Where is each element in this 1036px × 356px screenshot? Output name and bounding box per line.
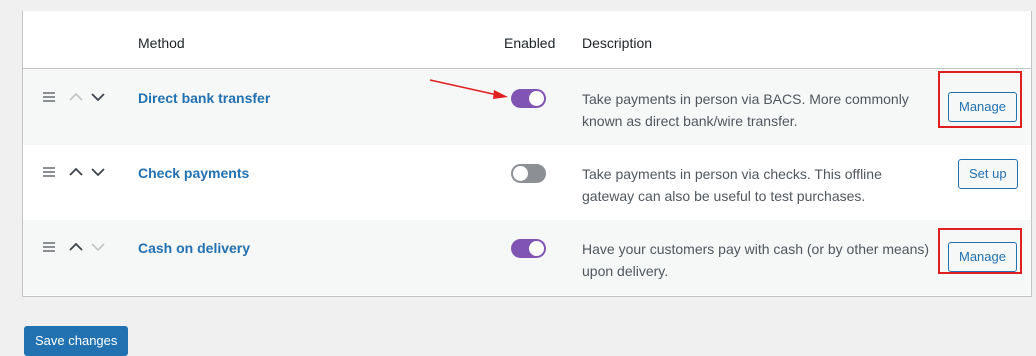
setup-button[interactable]: Set up bbox=[958, 159, 1018, 189]
move-up-icon[interactable] bbox=[68, 90, 84, 104]
annotation-highlight-box bbox=[938, 228, 1022, 274]
table-row: Direct bank transfer Take payments in pe… bbox=[23, 70, 1031, 145]
move-down-icon[interactable] bbox=[90, 90, 106, 104]
move-down-icon[interactable] bbox=[90, 240, 106, 254]
table-row: Cash on delivery Have your customers pay… bbox=[23, 220, 1031, 295]
table-row: Check payments Take payments in person v… bbox=[23, 145, 1031, 220]
payment-methods-table: Method Enabled Description Direct bank t… bbox=[22, 11, 1032, 297]
method-description: Take payments in person via BACS. More c… bbox=[582, 91, 909, 129]
enabled-toggle[interactable] bbox=[511, 164, 546, 183]
column-header-description: Description bbox=[582, 35, 653, 51]
move-up-icon[interactable] bbox=[68, 240, 84, 254]
annotation-highlight-box bbox=[938, 71, 1022, 128]
table-header: Method Enabled Description bbox=[23, 11, 1031, 69]
method-description: Take payments in person via checks. This… bbox=[582, 166, 882, 204]
drag-handle-icon[interactable] bbox=[43, 92, 55, 102]
method-link-cash-on-delivery[interactable]: Cash on delivery bbox=[138, 240, 250, 256]
method-link-check-payments[interactable]: Check payments bbox=[138, 165, 249, 181]
enabled-toggle[interactable] bbox=[511, 89, 546, 108]
method-description: Have your customers pay with cash (or by… bbox=[582, 241, 930, 279]
column-header-enabled: Enabled bbox=[504, 35, 556, 51]
annotation-arrow-icon bbox=[429, 79, 508, 99]
move-up-icon[interactable] bbox=[68, 165, 84, 179]
column-header-method: Method bbox=[138, 35, 185, 51]
save-changes-button[interactable]: Save changes bbox=[24, 326, 129, 356]
method-link-direct-bank-transfer[interactable]: Direct bank transfer bbox=[138, 90, 270, 106]
drag-handle-icon[interactable] bbox=[43, 242, 55, 252]
drag-handle-icon[interactable] bbox=[43, 167, 55, 177]
move-down-icon[interactable] bbox=[90, 165, 106, 179]
enabled-toggle[interactable] bbox=[511, 239, 546, 258]
